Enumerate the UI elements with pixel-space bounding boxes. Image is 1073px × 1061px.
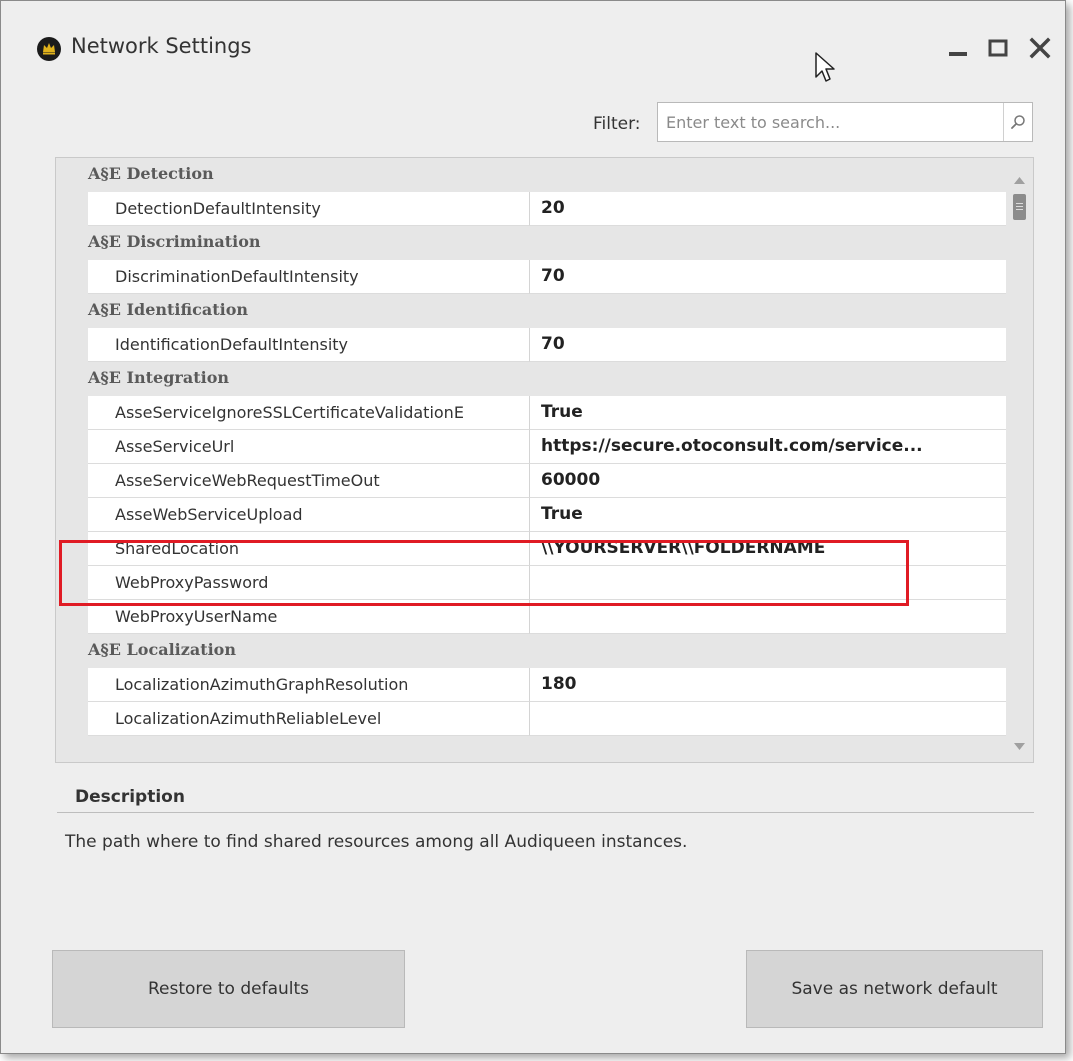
property-value[interactable]: 70 [530,328,1008,362]
row-indent [56,498,88,532]
property-name: IdentificationDefaultIntensity [88,328,530,362]
row-indent [56,328,88,362]
restore-defaults-button[interactable]: Restore to defaults [52,950,405,1028]
property-name: DetectionDefaultIntensity [88,192,530,226]
category-label: A§E Discrimination [88,232,261,251]
category-label: A§E Integration [88,368,229,387]
property-name: LocalizationAzimuthReliableLevel [88,702,530,736]
property-row[interactable]: DetectionDefaultIntensity 20 [56,192,1008,226]
maximize-icon [988,39,1008,57]
category-label: A§E Identification [88,300,249,319]
mouse-cursor-icon [814,51,838,89]
minimize-icon [949,52,967,56]
property-row[interactable]: LocalizationAzimuthReliableLevel [56,702,1008,736]
property-row[interactable]: AsseServiceWebRequestTimeOut 60000 [56,464,1008,498]
crown-logo-icon [37,37,61,61]
property-value[interactable] [530,566,1008,600]
maximize-button[interactable] [981,31,1015,65]
property-row[interactable]: IdentificationDefaultIntensity 70 [56,328,1008,362]
property-name: DiscriminationDefaultIntensity [88,260,530,294]
category-row-detection[interactable]: A§E Detection [56,158,1008,192]
row-indent [56,532,88,566]
category-row-localization[interactable]: A§E Localization [56,634,1008,668]
property-row[interactable]: WebProxyUserName [56,600,1008,634]
property-value[interactable]: https://secure.otoconsult.com/service... [530,430,1008,464]
property-name: AsseServiceUrl [88,430,530,464]
property-name: WebProxyPassword [88,566,530,600]
description-text: The path where to find shared resources … [65,832,688,852]
scrollbar-thumb[interactable] [1013,194,1026,220]
property-value[interactable]: 60000 [530,464,1008,498]
category-row-identification[interactable]: A§E Identification [56,294,1008,328]
property-value[interactable] [530,600,1008,634]
property-value[interactable]: 180 [530,668,1008,702]
row-indent [56,192,88,226]
filter-box [657,102,1033,142]
close-icon [1029,37,1051,59]
property-name: AsseWebServiceUpload [88,498,530,532]
property-name: AsseServiceWebRequestTimeOut [88,464,530,498]
row-indent [56,668,88,702]
close-button[interactable] [1023,31,1057,65]
property-name: SharedLocation [88,532,530,566]
property-value[interactable]: True [530,396,1008,430]
property-grid: A§E Detection DetectionDefaultIntensity … [55,157,1034,763]
row-indent [56,430,88,464]
description-divider [57,812,1034,813]
row-indent [56,566,88,600]
property-value[interactable]: True [530,498,1008,532]
window-title: Network Settings [71,34,252,58]
property-row[interactable]: AsseWebServiceUpload True [56,498,1008,532]
search-button[interactable] [1003,103,1032,141]
property-value[interactable]: \\YOURSERVER\\FOLDERNAME [530,532,1008,566]
scroll-down-arrow-icon[interactable] [1013,736,1026,755]
vertical-scrollbar[interactable] [1006,158,1033,762]
property-row[interactable]: AsseServiceIgnoreSSLCertificateValidatio… [56,396,1008,430]
scroll-up-arrow-icon[interactable] [1013,170,1026,189]
property-name: LocalizationAzimuthGraphResolution [88,668,530,702]
minimize-button[interactable] [941,31,975,65]
property-grid-rows: A§E Detection DetectionDefaultIntensity … [56,158,1008,736]
category-row-discrimination[interactable]: A§E Discrimination [56,226,1008,260]
row-indent [56,702,88,736]
category-label: A§E Localization [88,640,236,659]
property-value[interactable]: 70 [530,260,1008,294]
row-indent [56,464,88,498]
property-row[interactable]: LocalizationAzimuthGraphResolution 180 [56,668,1008,702]
property-row[interactable]: AsseServiceUrl https://secure.otoconsult… [56,430,1008,464]
property-row-shared-location[interactable]: SharedLocation \\YOURSERVER\\FOLDERNAME [56,532,1008,566]
row-indent [56,600,88,634]
row-indent [56,260,88,294]
filter-search-input[interactable] [658,103,1004,141]
category-label: A§E Detection [88,164,214,183]
save-network-default-button[interactable]: Save as network default [746,950,1043,1028]
property-row[interactable]: DiscriminationDefaultIntensity 70 [56,260,1008,294]
category-row-integration[interactable]: A§E Integration [56,362,1008,396]
network-settings-window: Network Settings Filter: Enter text to s… [0,0,1066,1054]
property-value[interactable]: 20 [530,192,1008,226]
property-value[interactable] [530,702,1008,736]
property-row[interactable]: WebProxyPassword [56,566,1008,600]
property-name: WebProxyUserName [88,600,530,634]
property-name: AsseServiceIgnoreSSLCertificateValidatio… [88,396,530,430]
search-icon [1011,115,1025,129]
description-title: Description [75,787,185,807]
row-indent [56,396,88,430]
title-bar[interactable]: Network Settings [1,1,1065,101]
filter-label: Filter: [593,114,641,134]
